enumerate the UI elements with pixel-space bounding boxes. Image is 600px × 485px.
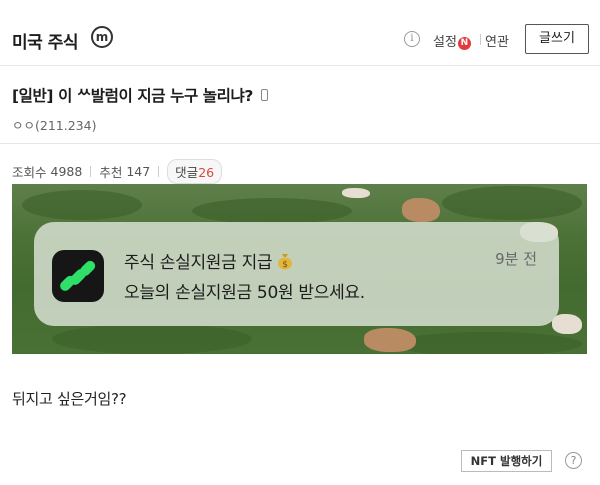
comments-link[interactable]: 댓글26 <box>167 159 223 184</box>
comments-count: 26 <box>198 165 215 180</box>
post-body: 뒤지고 싶은거임?? <box>12 390 127 408</box>
info-icon[interactable]: i <box>404 31 420 47</box>
cow <box>364 328 416 352</box>
cow <box>552 314 582 334</box>
post-title-text: [일반] 이 ᄊ발럼이 지금 누구 놀리냐? <box>12 87 253 105</box>
grass-patch <box>442 186 582 220</box>
cow <box>402 198 440 222</box>
board-header: 미국 주식 m i 설정 N 연관 글쓰기 <box>0 0 600 66</box>
notification-time: 9분 전 <box>495 250 537 268</box>
write-button[interactable]: 글쓰기 <box>525 24 589 54</box>
moneybag-icon: $ <box>278 254 293 270</box>
post-author[interactable]: ㅇㅇ(211.234) <box>12 115 96 134</box>
settings-label: 설정 <box>433 35 457 50</box>
divider <box>480 34 481 45</box>
divider <box>158 166 160 177</box>
mobile-icon <box>260 89 268 101</box>
notification-title: 주식 손실지원금 지급 $ <box>124 248 294 273</box>
help-icon[interactable]: ? <box>565 452 582 469</box>
grass-patch <box>52 324 252 354</box>
post-stats: 조회수 4988 추천 147 댓글26 <box>12 159 223 184</box>
recommend-count: 147 <box>126 164 151 179</box>
board-title[interactable]: 미국 주식 <box>12 28 78 53</box>
recommend-label: 추천 <box>99 165 123 180</box>
new-badge: N <box>457 37 471 50</box>
views-label: 조회수 <box>12 165 47 180</box>
nft-mint-button[interactable]: NFT 발행하기 <box>461 450 552 472</box>
svg-text:$: $ <box>283 260 288 270</box>
divider <box>0 143 600 144</box>
grass-patch <box>192 198 352 224</box>
settings-link[interactable]: 설정 N <box>433 31 471 50</box>
cow <box>342 188 370 198</box>
grass-patch <box>392 332 582 354</box>
notification-body: 오늘의 손실지원금 50원 받으세요. <box>124 283 365 303</box>
grass-patch <box>22 190 142 220</box>
post-image: 주식 손실지원금 지급 $ 9분 전 오늘의 손실지원금 50원 받으세요. <box>12 184 587 354</box>
notification-title-text: 주식 손실지원금 지급 <box>124 253 273 273</box>
related-link[interactable]: 연관 <box>485 31 509 50</box>
minor-gallery-badge: m <box>91 26 113 48</box>
push-notification: 주식 손실지원금 지급 $ 9분 전 오늘의 손실지원금 50원 받으세요. <box>34 222 559 326</box>
post-title: [일반] 이 ᄊ발럼이 지금 누구 놀리냐? <box>12 84 268 106</box>
comments-label: 댓글 <box>175 165 199 180</box>
views-count: 4988 <box>50 164 83 179</box>
divider <box>90 166 92 177</box>
stock-app-icon <box>52 250 104 302</box>
